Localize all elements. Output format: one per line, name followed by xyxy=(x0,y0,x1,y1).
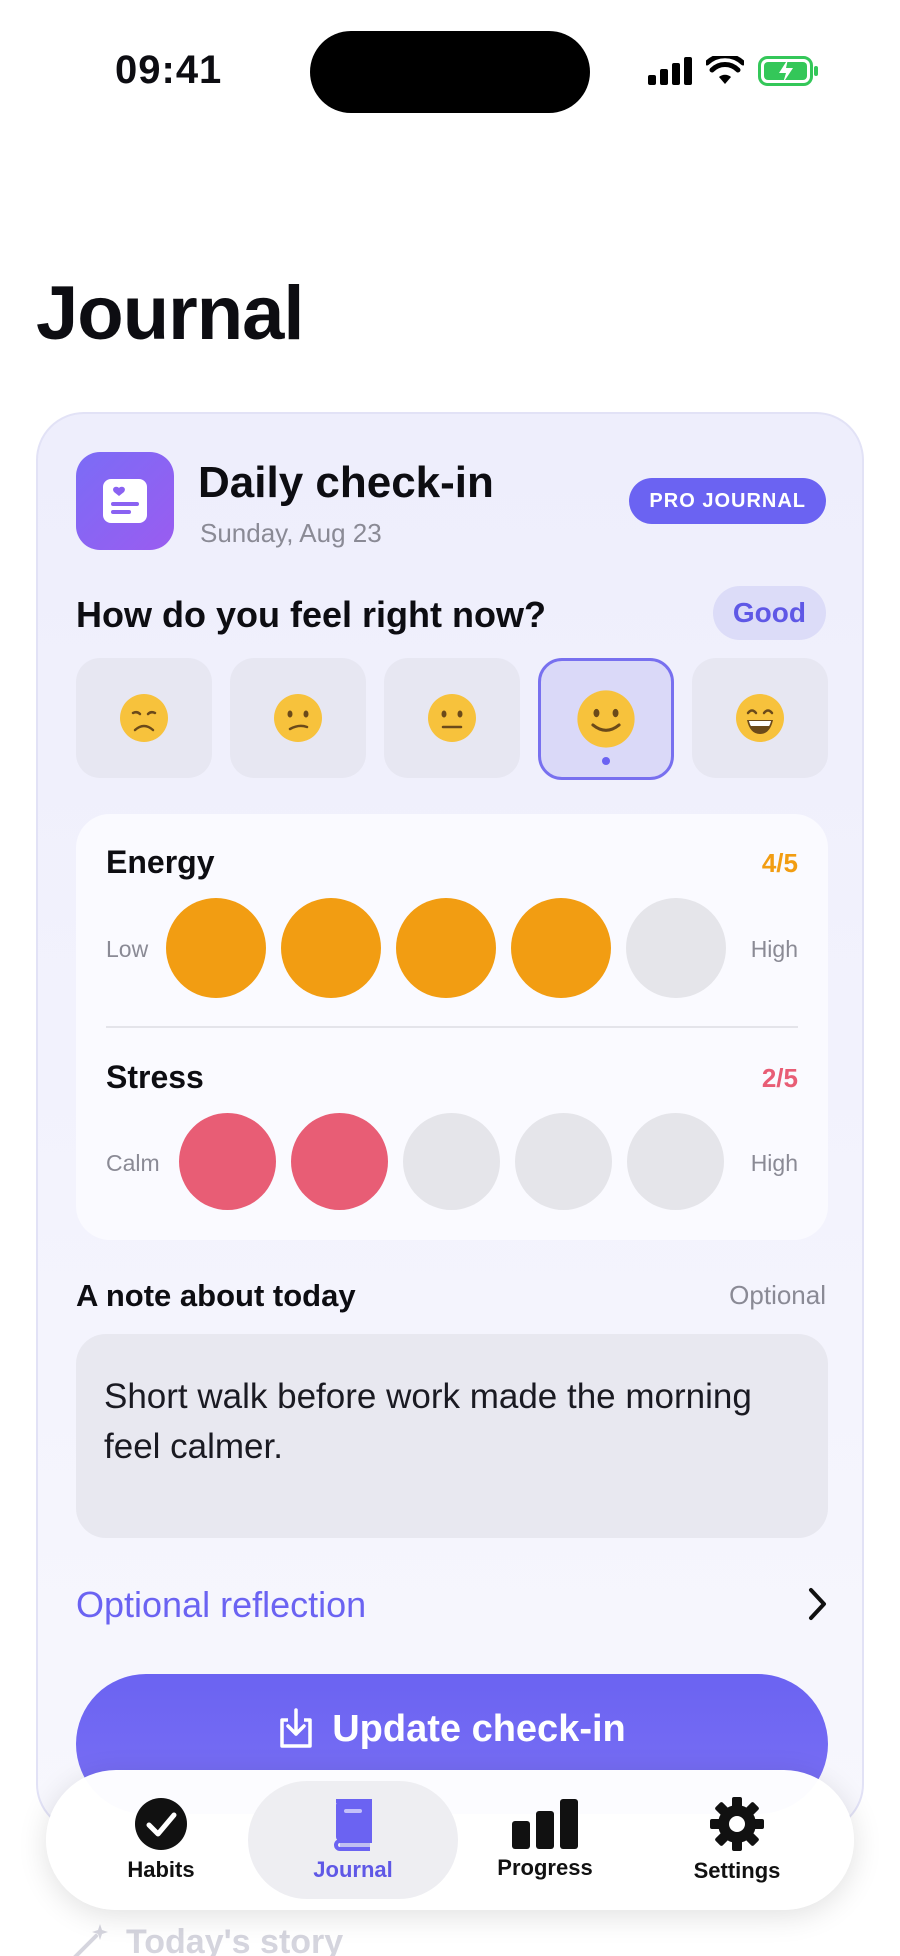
status-icons xyxy=(648,56,820,86)
tab-label: Progress xyxy=(497,1855,593,1880)
energy-low-label: Low xyxy=(106,936,149,962)
rating-dot-empty[interactable] xyxy=(403,1113,500,1210)
mood-option[interactable] xyxy=(692,658,828,778)
todays-story-section: Today's story xyxy=(70,1922,343,1956)
gear-icon xyxy=(710,1797,764,1851)
update-checkin-label: Update check-in xyxy=(332,1708,626,1750)
wifi-icon xyxy=(706,56,744,84)
chevron-right-icon[interactable] xyxy=(806,1584,830,1624)
journal-page-icon xyxy=(103,479,147,523)
tab-label: Settings xyxy=(693,1858,781,1883)
cellular-signal-icon xyxy=(648,57,692,85)
tab-journal[interactable]: Journal xyxy=(248,1781,458,1899)
mood-selector xyxy=(76,658,828,780)
rating-dot-filled[interactable] xyxy=(281,898,381,998)
tab-progress[interactable]: Progress xyxy=(450,1770,640,1910)
todays-story-label: Today's story xyxy=(126,1922,344,1956)
rating-dot-empty[interactable] xyxy=(626,898,726,998)
note-textarea[interactable]: Short walk before work made the morning … xyxy=(76,1334,828,1538)
rating-dot-filled[interactable] xyxy=(166,898,266,998)
bar-chart-icon xyxy=(512,1799,578,1849)
stress-label: Stress xyxy=(106,1059,204,1095)
ratings-panel: Energy 4/5 Low High Stress 2/5 Calm High xyxy=(76,814,828,1240)
selected-mood-badge: Good xyxy=(712,586,826,640)
optional-reflection-link[interactable]: Optional reflection xyxy=(76,1584,366,1626)
rating-dot-empty[interactable] xyxy=(515,1113,612,1210)
rating-dot-filled[interactable] xyxy=(511,898,611,998)
rating-dot-filled[interactable] xyxy=(179,1113,276,1210)
sparkle-wand-icon xyxy=(73,1924,108,1956)
stress-scale xyxy=(179,1113,724,1210)
note-label: A note about today xyxy=(76,1278,356,1313)
stress-value: 2/5 xyxy=(761,1063,798,1093)
checkin-date: Sunday, Aug 23 xyxy=(200,518,382,548)
note-optional-label: Optional xyxy=(729,1280,826,1310)
energy-scale xyxy=(166,898,726,998)
page-title: Journal xyxy=(36,271,304,356)
divider xyxy=(106,1026,798,1028)
rating-dot-filled[interactable] xyxy=(291,1113,388,1210)
book-icon xyxy=(334,1799,372,1851)
mood-option[interactable] xyxy=(76,658,212,778)
confused-face-icon xyxy=(274,694,322,742)
status-time: 09:41 xyxy=(115,48,223,92)
checkin-title: Daily check-in xyxy=(198,458,494,507)
tab-bar: Habits Journal Progress Settings xyxy=(46,1770,854,1910)
checkmark-circle-icon xyxy=(135,1798,187,1850)
selected-indicator xyxy=(602,757,610,765)
stress-high-label: High xyxy=(750,1150,798,1176)
tab-habits[interactable]: Habits xyxy=(66,1770,256,1910)
stress-low-label: Calm xyxy=(106,1150,160,1176)
rating-dot-filled[interactable] xyxy=(396,898,496,998)
tab-label: Journal xyxy=(313,1857,393,1882)
tab-settings[interactable]: Settings xyxy=(642,1770,832,1910)
rating-dot-empty[interactable] xyxy=(627,1113,724,1210)
mood-option[interactable] xyxy=(230,658,366,778)
sad-face-icon xyxy=(120,694,168,742)
tab-label: Habits xyxy=(127,1857,195,1882)
smiling-face-icon xyxy=(577,690,635,748)
energy-high-label: High xyxy=(750,936,798,962)
journal-app-icon xyxy=(76,452,174,550)
battery-charging-icon xyxy=(758,56,818,86)
grinning-face-icon xyxy=(736,694,784,742)
mood-option[interactable] xyxy=(384,658,520,778)
energy-label: Energy xyxy=(106,844,215,880)
dynamic-island xyxy=(310,31,590,113)
daily-checkin-card: Daily check-in Sunday, Aug 23 PRO JOURNA… xyxy=(36,412,864,1832)
mood-option-selected[interactable] xyxy=(538,658,674,780)
download-tray-icon xyxy=(280,1708,312,1748)
status-bar: 09:41 xyxy=(0,0,900,150)
mood-question: How do you feel right now? xyxy=(76,594,546,635)
pro-journal-badge: PRO JOURNAL xyxy=(629,478,826,524)
neutral-face-icon xyxy=(428,694,476,742)
energy-value: 4/5 xyxy=(761,848,798,878)
